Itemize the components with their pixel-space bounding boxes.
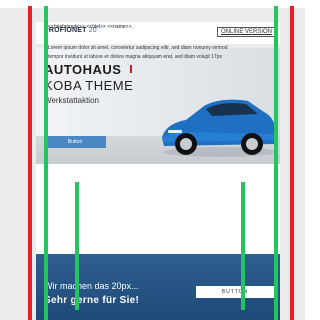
footer-headline: Wir machen das 20px...	[44, 281, 139, 291]
accent-mark	[130, 65, 132, 73]
guide-line-green-3	[241, 182, 245, 310]
hero-text: Werkstattaktion	[44, 96, 99, 105]
guide-line-red-left	[28, 6, 32, 320]
body-paragraph: Lorem ipsum dolor sit amet, consetetur s…	[48, 45, 228, 60]
car-image	[162, 99, 276, 157]
hero-button[interactable]: Button	[44, 136, 106, 148]
guide-line-green-4	[274, 6, 278, 320]
hero-subtitle: KOBA THEME	[44, 78, 134, 93]
guide-line-red-right	[290, 6, 294, 320]
hero-title: AUTOHAUS	[44, 62, 122, 77]
guide-line-green-1	[44, 6, 48, 320]
footer-button[interactable]: BUTTON	[196, 286, 274, 298]
hero-banner: AUTOHAUS KOBA THEME Werkstattaktion Butt…	[36, 48, 280, 164]
footer-tagline: Sehr gerne für Sie!	[44, 295, 140, 306]
online-version-link[interactable]: ONLINE VERSION	[216, 27, 276, 37]
guide-line-green-2	[75, 182, 79, 310]
email-template-preview: PROFIONET 20 ONLINE VERSION AUTOHAUS KOBA…	[0, 0, 305, 320]
salutation: <<briefanrede>> <<titel>> <<name>>,	[48, 24, 133, 30]
